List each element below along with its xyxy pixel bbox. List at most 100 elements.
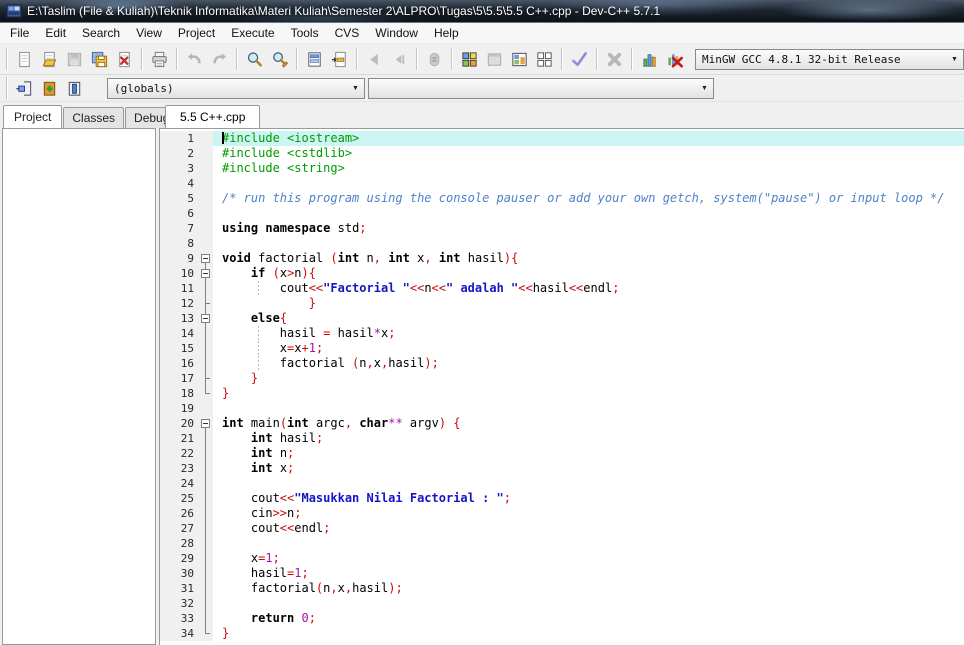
new-file-button[interactable]	[12, 47, 37, 72]
code-text[interactable]	[213, 401, 964, 416]
code-text[interactable]: x=x+1;	[213, 341, 964, 356]
chevron-down-icon: ▼	[701, 84, 708, 92]
debug-button[interactable]	[422, 47, 447, 72]
find-button[interactable]	[242, 47, 267, 72]
fold-column	[199, 536, 213, 551]
redo-button[interactable]	[207, 47, 232, 72]
code-text[interactable]: factorial (n,x,hasil);	[213, 356, 964, 371]
open-file-button[interactable]	[37, 47, 62, 72]
code-text[interactable]	[213, 176, 964, 191]
back-button[interactable]	[362, 47, 387, 72]
code-text[interactable]: }	[213, 371, 964, 386]
code-text[interactable]: #include <string>	[213, 161, 964, 176]
code-text[interactable]: int x;	[213, 461, 964, 476]
code-line: 20 int main(int argc, char** argv) {	[160, 416, 964, 431]
code-text[interactable]	[213, 236, 964, 251]
profile-button[interactable]	[637, 47, 662, 72]
code-text[interactable]: hasil=1;	[213, 566, 964, 581]
new-source-button[interactable]	[12, 76, 37, 101]
save-button[interactable]	[62, 47, 87, 72]
code-text[interactable]: x=1;	[213, 551, 964, 566]
code-text[interactable]: cin>>n;	[213, 506, 964, 521]
fold-marker[interactable]	[199, 251, 213, 266]
code-text[interactable]: void factorial (int n, int x, int hasil)…	[213, 251, 964, 266]
code-line: 16 factorial (n,x,hasil);	[160, 356, 964, 371]
project-panel	[2, 128, 156, 645]
chevron-down-icon: ▼	[352, 84, 359, 92]
undo-button[interactable]	[182, 47, 207, 72]
toolbar-separator	[631, 48, 633, 70]
menu-file[interactable]: File	[2, 23, 37, 43]
menu-cvs[interactable]: CVS	[327, 23, 368, 43]
code-text[interactable]: int n;	[213, 446, 964, 461]
code-text[interactable]	[213, 596, 964, 611]
code-text[interactable]: cout<<endl;	[213, 521, 964, 536]
line-number: 11	[160, 281, 199, 296]
add-to-project-button[interactable]	[37, 76, 62, 101]
fold-column	[199, 566, 213, 581]
compile-button[interactable]	[457, 47, 482, 72]
line-number: 19	[160, 401, 199, 416]
compiler-select-value: MinGW GCC 4.8.1 32-bit Release	[702, 52, 901, 66]
tab-project[interactable]: Project	[3, 105, 63, 128]
class-browser-member-select[interactable]: ▼	[368, 77, 714, 99]
code-text[interactable]: }	[213, 626, 964, 641]
forward-button[interactable]	[387, 47, 412, 72]
editor-tab[interactable]: 5.5 C++.cpp	[165, 105, 261, 128]
menu-view[interactable]: View	[128, 23, 170, 43]
code-line: 13 else{	[160, 311, 964, 326]
toolbar-separator	[561, 48, 563, 70]
goto-line-button[interactable]	[302, 47, 327, 72]
delete-profiling-icon	[665, 50, 684, 69]
code-text[interactable]: }	[213, 386, 964, 401]
code-text[interactable]: return 0;	[213, 611, 964, 626]
rebuild-all-button[interactable]	[532, 47, 557, 72]
code-text[interactable]	[213, 536, 964, 551]
code-text[interactable]: cout<<"Masukkan Nilai Factorial : ";	[213, 491, 964, 506]
run-button[interactable]	[482, 47, 507, 72]
code-text[interactable]: int main(int argc, char** argv) {	[213, 416, 964, 431]
code-text[interactable]: using namespace std;	[213, 221, 964, 236]
code-text[interactable]	[213, 476, 964, 491]
fold-marker[interactable]	[199, 266, 213, 281]
code-text[interactable]: }	[213, 296, 964, 311]
open-file-icon	[40, 50, 59, 69]
print-button[interactable]	[147, 47, 172, 72]
tab-classes[interactable]: Classes	[63, 107, 125, 128]
menu-execute[interactable]: Execute	[223, 23, 282, 43]
code-text[interactable]: hasil = hasil*x;	[213, 326, 964, 341]
menu-edit[interactable]: Edit	[37, 23, 74, 43]
code-text[interactable]	[213, 206, 964, 221]
save-all-button[interactable]	[87, 47, 112, 72]
code-text[interactable]: #include <iostream>	[213, 131, 964, 146]
insert-button[interactable]	[327, 47, 352, 72]
menu-search[interactable]: Search	[74, 23, 128, 43]
remove-from-project-button[interactable]	[62, 76, 87, 101]
code-text[interactable]: #include <cstdlib>	[213, 146, 964, 161]
code-text[interactable]: factorial(n,x,hasil);	[213, 581, 964, 596]
compile-run-button[interactable]	[507, 47, 532, 72]
menu-tools[interactable]: Tools	[283, 23, 327, 43]
delete-profiling-button[interactable]	[662, 47, 687, 72]
code-text[interactable]: int hasil;	[213, 431, 964, 446]
code-text[interactable]: else{	[213, 311, 964, 326]
code-text[interactable]: /* run this program using the console pa…	[213, 191, 964, 206]
replace-button[interactable]	[267, 47, 292, 72]
menu-window[interactable]: Window	[367, 23, 426, 43]
code-line: 15 x=x+1;	[160, 341, 964, 356]
code-text[interactable]: cout<<"Factorial "<<n<<" adalah "<<hasil…	[213, 281, 964, 296]
menu-project[interactable]: Project	[170, 23, 223, 43]
close-file-button[interactable]	[112, 47, 137, 72]
compiler-select[interactable]: MinGW GCC 4.8.1 32-bit Release ▼	[695, 48, 964, 70]
code-text[interactable]: if (x>n){	[213, 266, 964, 281]
line-number: 17	[160, 371, 199, 386]
fold-marker[interactable]	[199, 311, 213, 326]
syntax-check-button[interactable]	[567, 47, 592, 72]
fold-marker[interactable]	[199, 416, 213, 431]
fold-column	[199, 341, 213, 356]
code-editor[interactable]: 1 #include <iostream> 2 #include <cstdlib> 3…	[159, 128, 964, 645]
menu-help[interactable]: Help	[426, 23, 467, 43]
toolbar-separator	[176, 48, 178, 70]
class-browser-scope-select[interactable]: (globals) ▼	[107, 77, 365, 99]
abort-button[interactable]	[602, 47, 627, 72]
